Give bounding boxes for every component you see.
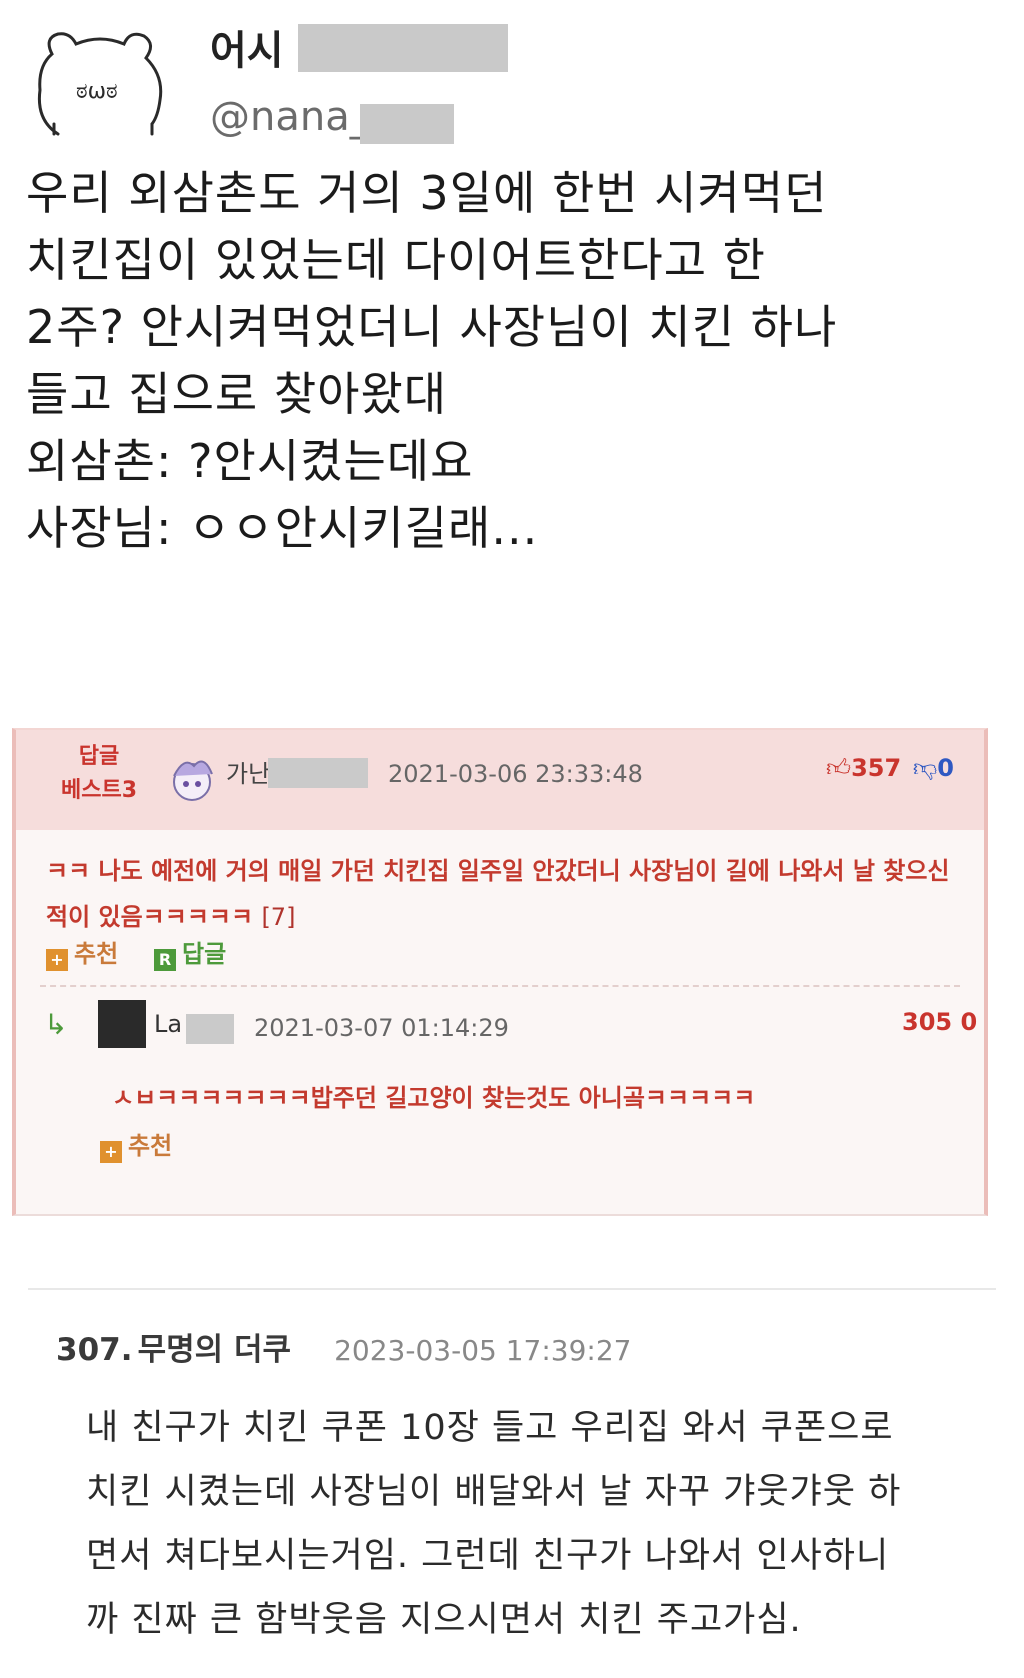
comment-header: 답글 베스트3 가난 2021-03-06 23:33:48 👍︎357 👎︎0 bbox=[16, 730, 984, 830]
recommend-label: 추천 bbox=[128, 1132, 173, 1160]
post-line: 내 친구가 치킨 쿠폰 10장 들고 우리집 와서 쿠폰으로 bbox=[86, 1408, 894, 1448]
tweet: ಠωಠ 어시 @nana_ 우리 외삼촌도 거의 3일에 한번 시켜먹던 치킨집… bbox=[0, 0, 1024, 600]
comment-body: ㅋㅋ 나도 예전에 거의 매일 가던 치킨집 일주일 안갔더니 사장님이 길에 … bbox=[46, 848, 966, 940]
tweet-text: 우리 외삼촌도 거의 3일에 한번 시켜먹던 치킨집이 있었는데 다이어트한다고… bbox=[26, 160, 1006, 562]
badge-line: 답글 bbox=[78, 744, 120, 769]
post-header: 307. 무명의 더쿠 2023-03-05 17:39:27 bbox=[56, 1324, 631, 1369]
reply-r-icon: R bbox=[154, 949, 176, 971]
comment-username[interactable]: 가난 bbox=[226, 754, 270, 789]
thumbs-down-icon[interactable]: 👎︎ bbox=[913, 754, 937, 782]
reply-user-avatar[interactable] bbox=[98, 1000, 146, 1048]
divider bbox=[28, 1288, 996, 1290]
reply-label: 답글 bbox=[182, 940, 227, 968]
reply-votes: 305 0 bbox=[902, 1008, 978, 1036]
reply-recommend-button[interactable]: + 추천 bbox=[100, 1126, 172, 1163]
thumbs-up-icon[interactable]: 👍︎ bbox=[826, 754, 851, 782]
divider bbox=[40, 985, 960, 987]
redaction-block bbox=[298, 24, 508, 72]
tweet-line: 외삼촌: ?안시켰는데요 bbox=[26, 434, 474, 488]
post-line: 면서 쳐다보시는거임. 그런데 친구가 나와서 인사하니 bbox=[86, 1536, 890, 1576]
bear-avatar-icon[interactable]: ಠωಠ bbox=[30, 16, 170, 144]
post-line: 치킨 시켰는데 사장님이 배달와서 날 자꾸 갸웃갸웃 하 bbox=[86, 1472, 902, 1512]
redaction-block bbox=[186, 1014, 234, 1044]
redaction-block bbox=[360, 104, 454, 144]
user-avatar-icon[interactable] bbox=[164, 754, 220, 806]
tweet-author-handle[interactable]: @nana_ bbox=[210, 94, 370, 140]
tweet-line: 우리 외삼촌도 거의 3일에 한번 시켜먹던 bbox=[26, 166, 828, 220]
reply-arrow-icon: ↳ bbox=[44, 1008, 68, 1041]
post-body: 내 친구가 치킨 쿠폰 10장 들고 우리집 와서 쿠폰으로 치킨 시켰는데 사… bbox=[86, 1396, 996, 1652]
recommend-label: 추천 bbox=[74, 940, 119, 968]
reply-username[interactable]: La bbox=[154, 1010, 182, 1038]
plus-icon: + bbox=[100, 1141, 122, 1163]
post-date: 2023-03-05 17:39:27 bbox=[334, 1334, 632, 1367]
tweet-author-name[interactable]: 어시 bbox=[210, 18, 284, 76]
comment-votes: 👍︎357 👎︎0 bbox=[826, 754, 954, 783]
redaction-block bbox=[268, 758, 368, 788]
best-comment-card: 답글 베스트3 가난 2021-03-06 23:33:48 👍︎357 👎︎0… bbox=[12, 728, 988, 1216]
tweet-line: 사장님: ㅇㅇ안시키길래... bbox=[26, 501, 539, 555]
post-author[interactable]: 무명의 더쿠 bbox=[138, 1332, 291, 1368]
post-line: 까 진짜 큰 함박웃음 지으시면서 치킨 주고가심. bbox=[86, 1600, 802, 1640]
reply-date: 2021-03-07 01:14:29 bbox=[254, 1014, 509, 1042]
tweet-line: 2주? 안시켜먹었더니 사장님이 치킨 하나 bbox=[26, 300, 838, 354]
reply-body: ㅅㅂㅋㅋㅋㅋㅋㅋㅋ밥주던 길고양이 찾는것도 아니곸ㅋㅋㅋㅋㅋ bbox=[112, 1084, 756, 1112]
comment-date: 2021-03-06 23:33:48 bbox=[388, 760, 643, 788]
best-reply-badge: 답글 베스트3 bbox=[44, 740, 154, 808]
reply-button[interactable]: R 답글 bbox=[154, 934, 226, 971]
plus-icon: + bbox=[46, 949, 68, 971]
upvote-count: 357 bbox=[851, 754, 902, 782]
recommend-button[interactable]: + 추천 bbox=[46, 934, 118, 971]
svg-text:ಠωಠ: ಠωಠ bbox=[76, 79, 118, 104]
tweet-line: 치킨집이 있었는데 다이어트한다고 한 bbox=[26, 233, 766, 287]
comment-text: ㅋㅋ 나도 예전에 거의 매일 가던 치킨집 일주일 안갔더니 사장님이 길에 … bbox=[46, 857, 950, 931]
reply-count[interactable]: [7] bbox=[261, 903, 295, 931]
downvote-count: 0 bbox=[937, 754, 954, 782]
post-number: 307. bbox=[56, 1332, 133, 1368]
tweet-line: 들고 집으로 찾아왔대 bbox=[26, 367, 448, 421]
badge-line: 베스트3 bbox=[60, 778, 138, 803]
